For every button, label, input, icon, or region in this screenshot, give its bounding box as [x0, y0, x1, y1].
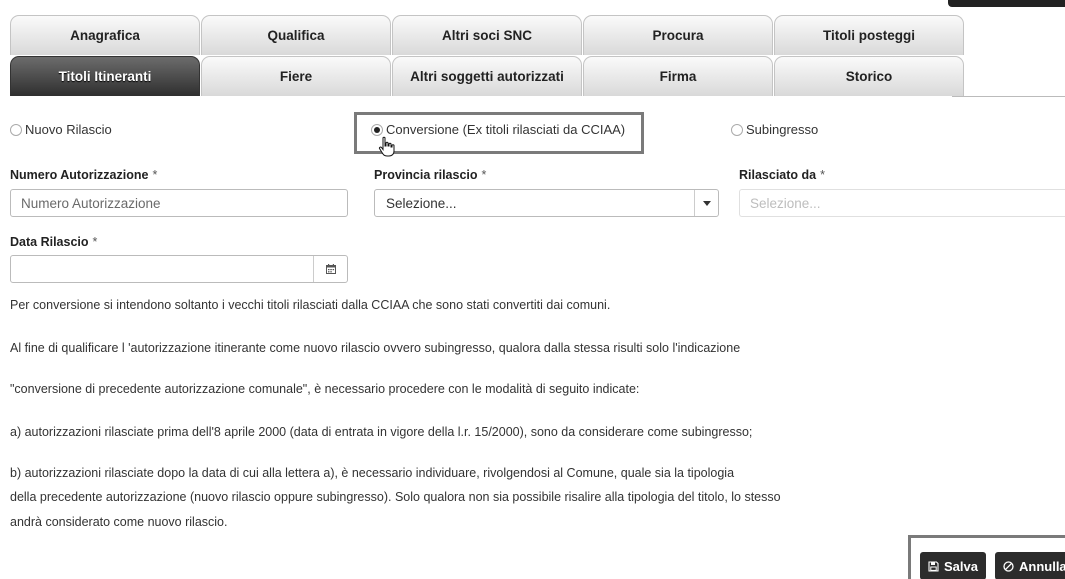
hand-pointer-icon: [378, 136, 395, 157]
calendar-icon[interactable]: [313, 256, 347, 282]
label-text: Rilasciato da: [739, 168, 817, 182]
selection-highlight: [354, 112, 644, 154]
info-paragraph: "conversione di precedente autorizzazion…: [10, 382, 640, 396]
radio-subingresso[interactable]: Subingresso: [731, 122, 818, 137]
required-marker: *: [152, 168, 158, 182]
radio-nuovo-rilascio[interactable]: Nuovo Rilascio: [10, 122, 112, 137]
info-paragraph: andrà considerato come nuovo rilascio.: [10, 515, 228, 529]
label-text: Numero Autorizzazione: [10, 168, 149, 182]
info-paragraph: a) autorizzazioni rilasciate prima dell'…: [10, 425, 753, 439]
radio-circle[interactable]: [731, 123, 743, 136]
tab-anagrafica[interactable]: Anagrafica: [10, 15, 200, 55]
cancel-label: Annulla: [1019, 558, 1065, 574]
data-rilascio-label: Data Rilascio *: [10, 235, 97, 249]
required-marker: *: [820, 168, 825, 182]
tab-titoli-posteggi[interactable]: Titoli posteggi: [774, 15, 964, 55]
tab-qualifica[interactable]: Qualifica: [201, 15, 391, 55]
top-toolbar-edge: [948, 0, 1065, 7]
radio-label: Subingresso: [746, 122, 819, 137]
save-label: Salva: [944, 558, 978, 574]
rilasciato-da-label: Rilasciato da *: [739, 168, 825, 182]
tab-firma[interactable]: Firma: [583, 56, 773, 96]
label-text: Provincia rilascio: [374, 168, 478, 182]
tab-altri-soggetti-autorizzati[interactable]: Altri soggetti autorizzati: [392, 56, 582, 96]
info-paragraph: Per conversione si intendono soltanto i …: [10, 298, 611, 312]
calendar-glyph: [325, 264, 336, 274]
provincia-rilascio-select[interactable]: Selezione...: [374, 189, 719, 217]
required-marker: *: [92, 235, 98, 249]
info-paragraph: Al fine di qualificare l 'autorizzazione…: [10, 341, 741, 355]
data-rilascio-input[interactable]: [10, 255, 348, 283]
tab-bar: Anagrafica Qualifica Altri soci SNC Proc…: [10, 15, 1065, 97]
select-value: Selezione...: [386, 195, 457, 211]
tab-procura[interactable]: Procura: [583, 15, 773, 55]
info-paragraph: b) autorizzazioni rilasciate dopo la dat…: [10, 466, 735, 480]
save-button[interactable]: Salva: [920, 552, 986, 579]
provincia-rilascio-label: Provincia rilascio *: [374, 168, 486, 182]
caret-down-icon[interactable]: [694, 190, 718, 216]
tab-storico[interactable]: Storico: [774, 56, 964, 96]
tab-baseline: [952, 96, 1065, 97]
floppy-disk-icon: [928, 560, 939, 572]
info-paragraph: della precedente autorizzazione (nuovo r…: [10, 490, 781, 504]
numero-autorizzazione-label: Numero Autorizzazione *: [10, 168, 157, 182]
required-marker: *: [481, 168, 487, 182]
numero-autorizzazione-input[interactable]: [10, 189, 348, 217]
tab-altri-soci-snc[interactable]: Altri soci SNC: [392, 15, 582, 55]
tab-titoli-itineranti[interactable]: Titoli Itineranti: [10, 56, 200, 96]
cancel-button[interactable]: Annulla: [995, 552, 1065, 579]
tab-fiere[interactable]: Fiere: [201, 56, 391, 96]
radio-label: Nuovo Rilascio: [25, 122, 112, 137]
label-text: Data Rilascio: [10, 235, 89, 249]
rilasciato-da-select[interactable]: [739, 189, 1065, 217]
ban-icon: [1003, 560, 1014, 572]
radio-circle[interactable]: [10, 123, 22, 136]
